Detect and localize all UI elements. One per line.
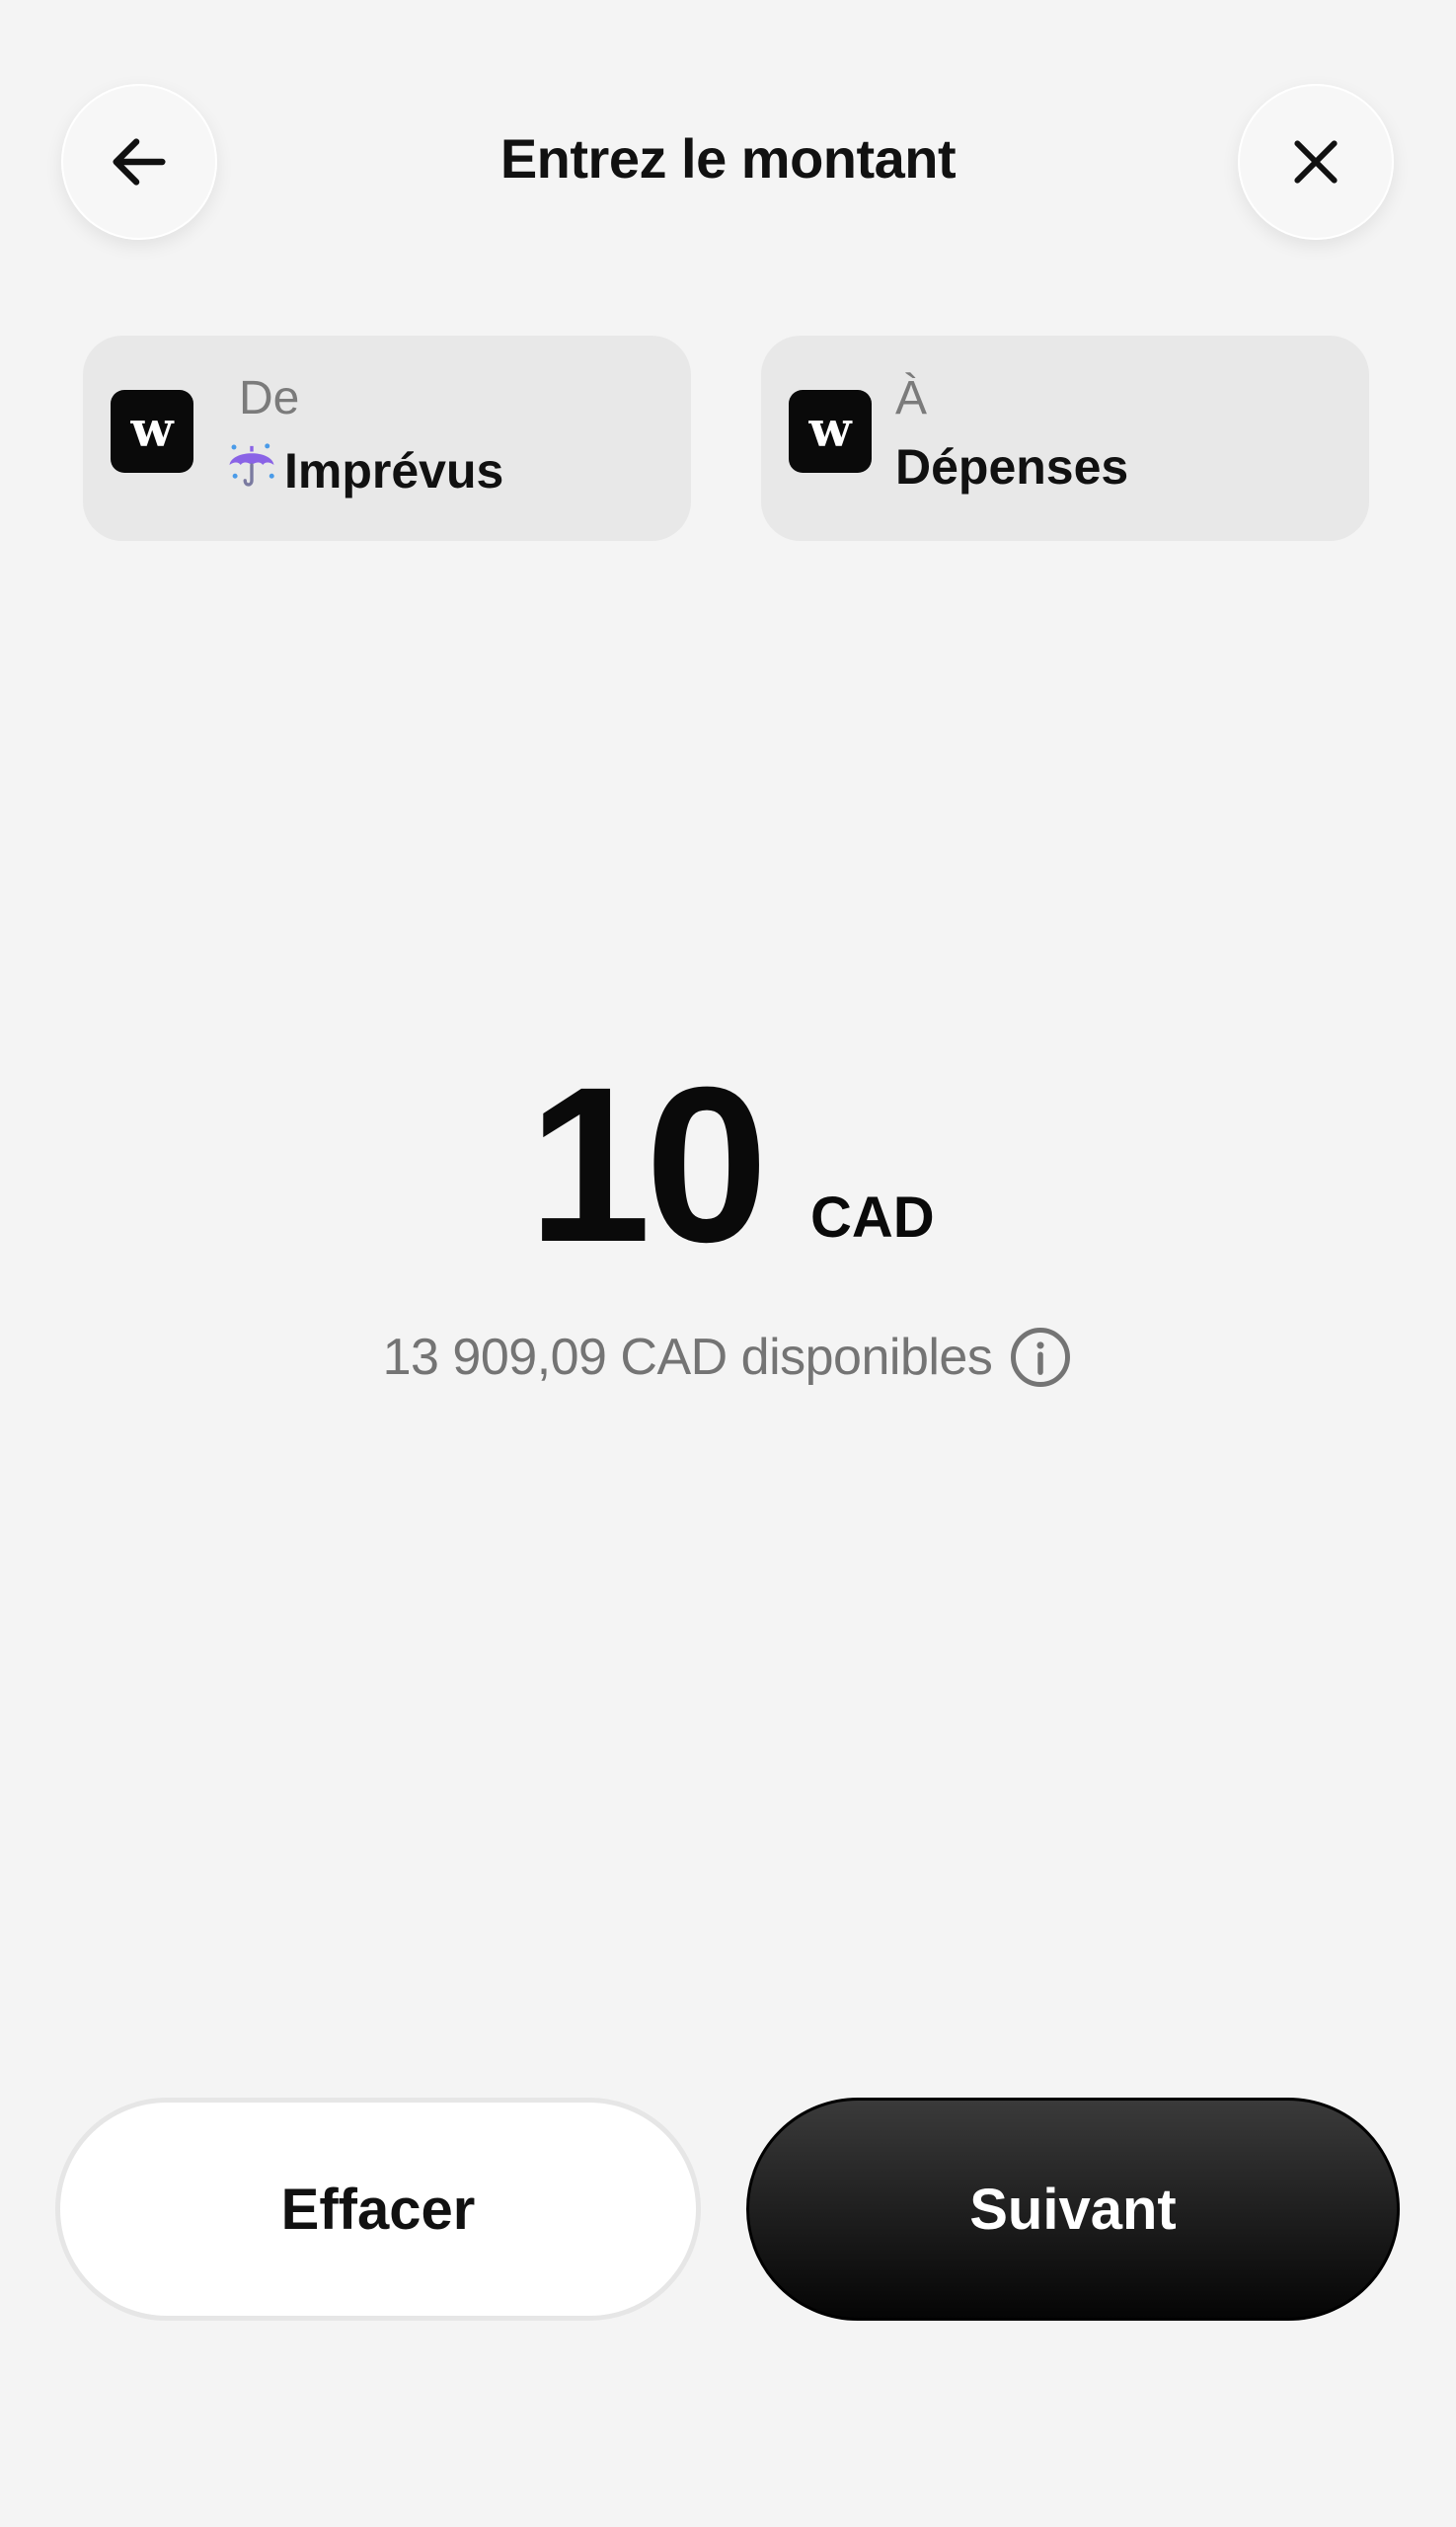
- page-title: Entrez le montant: [499, 127, 957, 190]
- clear-button[interactable]: Effacer: [55, 2098, 701, 2321]
- info-icon[interactable]: [1008, 1325, 1073, 1390]
- next-button[interactable]: Suivant: [746, 2098, 1400, 2321]
- from-account-name: Imprévus: [284, 443, 504, 498]
- arrow-left-icon: [113, 138, 166, 186]
- from-account-name-row: Imprévus: [225, 438, 503, 503]
- from-account-card[interactable]: w De Imprévus: [83, 336, 691, 541]
- umbrella-icon: [225, 438, 278, 503]
- amount-currency: CAD: [810, 1186, 935, 1250]
- from-label: De: [239, 372, 300, 424]
- wealthsimple-logo: w: [789, 390, 872, 473]
- back-button[interactable]: [61, 84, 217, 240]
- close-button[interactable]: [1238, 84, 1394, 240]
- to-label: À: [895, 372, 928, 424]
- wealthsimple-logo: w: [111, 390, 193, 473]
- amount-display: 10 CAD: [0, 1041, 1456, 1288]
- to-account-card[interactable]: w À Dépenses: [761, 336, 1369, 541]
- available-balance-text: 13 909,09 CAD disponibles: [382, 1329, 993, 1386]
- header: Entrez le montant: [0, 0, 1456, 326]
- to-account-name: Dépenses: [895, 439, 1129, 495]
- available-balance: 13 909,09 CAD disponibles: [0, 1325, 1456, 1390]
- amount-value: 10: [528, 1041, 768, 1288]
- close-icon: [1294, 140, 1338, 184]
